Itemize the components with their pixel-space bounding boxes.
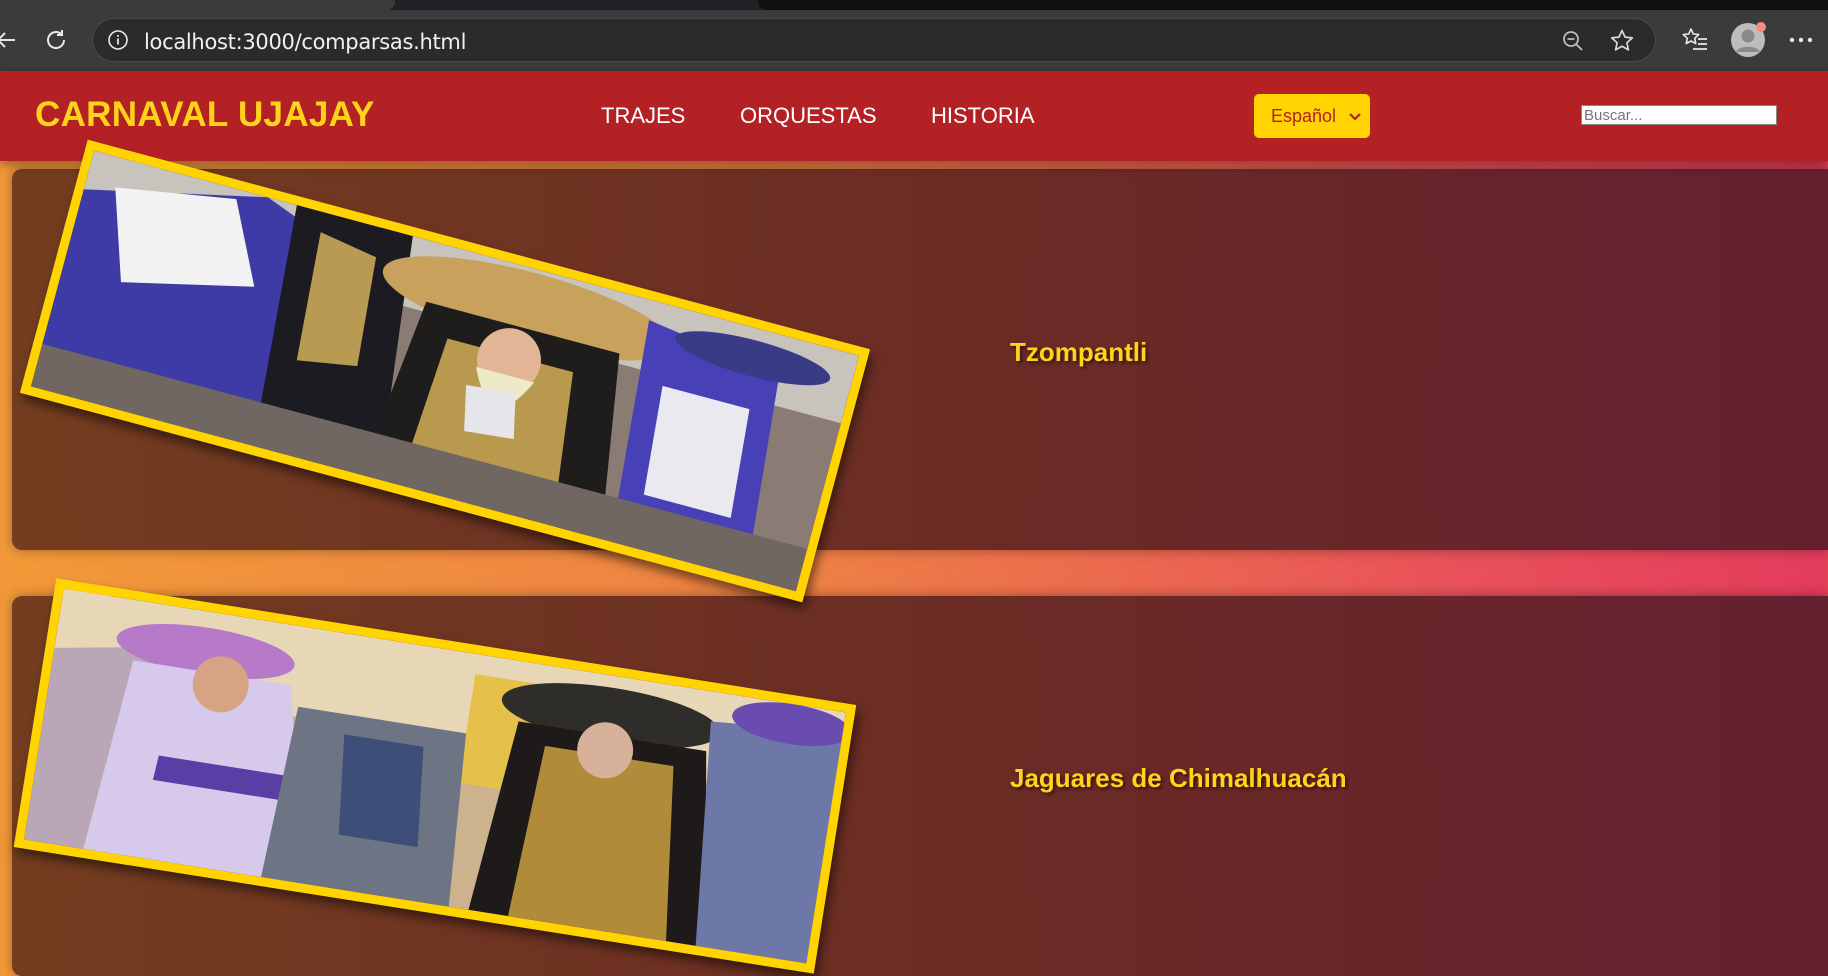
comparsa-title: Tzompantli: [1010, 337, 1148, 367]
browser-tab[interactable]: [758, 0, 1828, 10]
nav-link-orquestas[interactable]: ORQUESTAS: [740, 103, 877, 129]
site-brand-logo[interactable]: CARNAVAL UJAJAY: [35, 95, 375, 135]
url-text[interactable]: localhost:3000/comparsas.html: [144, 30, 466, 54]
profile-avatar-icon[interactable]: [1730, 22, 1766, 58]
site-header: CARNAVAL UJAJAY TRAJES ORQUESTAS HISTORI…: [0, 71, 1828, 161]
nav-link-historia[interactable]: HISTORIA: [931, 103, 1035, 129]
favorites-icon[interactable]: [1680, 25, 1710, 55]
browser-toolbar: localhost:3000/comparsas.html: [0, 10, 1828, 71]
nav-link-trajes[interactable]: TRAJES: [601, 103, 685, 129]
browser-tab-active[interactable]: [0, 0, 395, 10]
search-input[interactable]: [1581, 105, 1777, 125]
language-select[interactable]: Español: [1254, 94, 1370, 138]
back-arrow-icon[interactable]: [0, 26, 18, 54]
language-select-value: Español: [1271, 105, 1337, 126]
reload-icon[interactable]: [42, 26, 70, 54]
info-icon[interactable]: [107, 29, 129, 51]
comparsa-title: Jaguares de Chimalhuacán: [1010, 763, 1347, 793]
more-icon[interactable]: [1786, 26, 1816, 54]
chevron-down-icon: [1348, 106, 1362, 131]
zoom-out-icon[interactable]: [1561, 29, 1585, 58]
browser-tab-strip: [0, 0, 1828, 10]
address-bar[interactable]: localhost:3000/comparsas.html: [92, 18, 1656, 62]
star-icon[interactable]: [1609, 28, 1635, 59]
